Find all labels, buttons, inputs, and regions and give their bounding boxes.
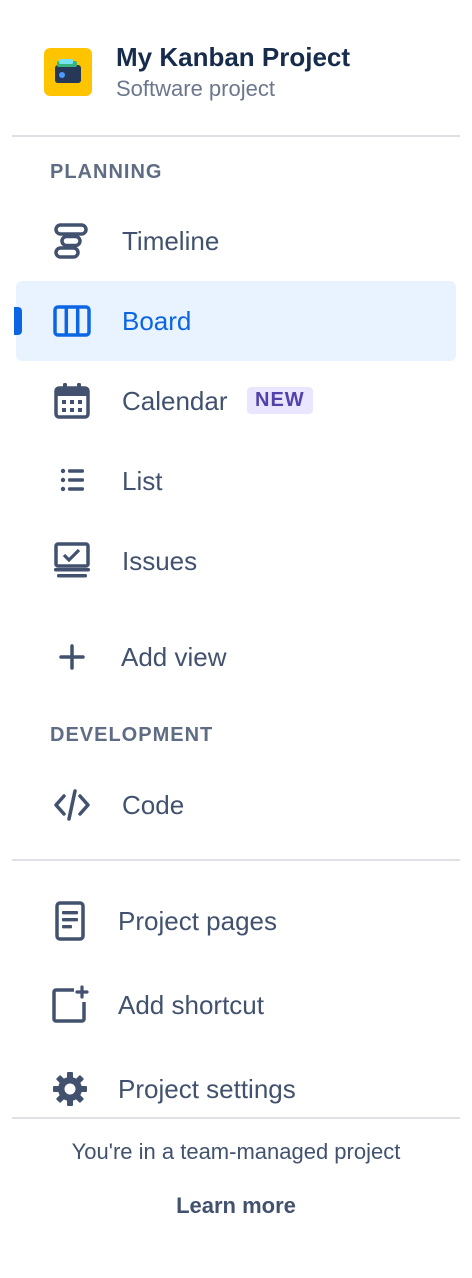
nav-label-issues: Issues	[122, 546, 198, 576]
nav-label-code: Code	[122, 790, 185, 820]
calendar-icon	[54, 383, 90, 419]
section-planning: PLANNING	[50, 161, 163, 183]
nav-label-project-settings: Project settings	[118, 1074, 296, 1104]
issues-icon	[54, 542, 90, 578]
add-view-button[interactable]: Add view	[16, 617, 456, 697]
add-shortcut-label: Add shortcut	[118, 990, 264, 1020]
nav-item-project-pages[interactable]: Project pages	[16, 881, 456, 961]
code-icon	[54, 789, 90, 821]
footer-divider	[12, 1117, 460, 1119]
nav-label-list: List	[122, 466, 163, 496]
plus-icon	[59, 644, 85, 670]
add-view-label: Add view	[121, 642, 227, 672]
page-icon	[55, 901, 85, 941]
gear-icon	[53, 1072, 87, 1106]
add-shortcut-button[interactable]: Add shortcut	[16, 965, 456, 1045]
board-icon	[53, 305, 91, 337]
list-icon	[60, 468, 84, 492]
nav-item-issues[interactable]: Issues	[16, 521, 456, 601]
nav-item-code[interactable]: Code	[16, 765, 456, 845]
team-managed-note: You're in a team-managed project	[71, 1139, 401, 1164]
wallet-icon	[55, 59, 81, 83]
nav-label-timeline: Timeline	[122, 226, 220, 256]
project-type: Software project	[116, 76, 275, 101]
nav-item-timeline[interactable]: Timeline	[16, 201, 456, 281]
timeline-icon	[54, 223, 88, 259]
section-development: DEVELOPMENT	[50, 724, 214, 746]
new-badge: NEW	[247, 387, 313, 414]
header-divider	[12, 135, 460, 137]
add-shortcut-icon	[52, 985, 89, 1023]
nav-item-board[interactable]: Board	[16, 281, 456, 361]
nav-divider	[12, 859, 460, 861]
project-avatar[interactable]	[44, 48, 92, 96]
nav-item-calendar[interactable]: Calendar NEW	[16, 361, 456, 441]
selected-indicator	[14, 307, 22, 335]
nav-label-board: Board	[122, 306, 192, 336]
learn-more-link[interactable]: Learn more	[0, 1193, 472, 1219]
project-name[interactable]: My Kanban Project	[116, 42, 350, 73]
nav-label-project-pages: Project pages	[118, 906, 277, 936]
nav-label-calendar: Calendar	[122, 386, 228, 416]
nav-item-list[interactable]: List	[16, 441, 456, 521]
